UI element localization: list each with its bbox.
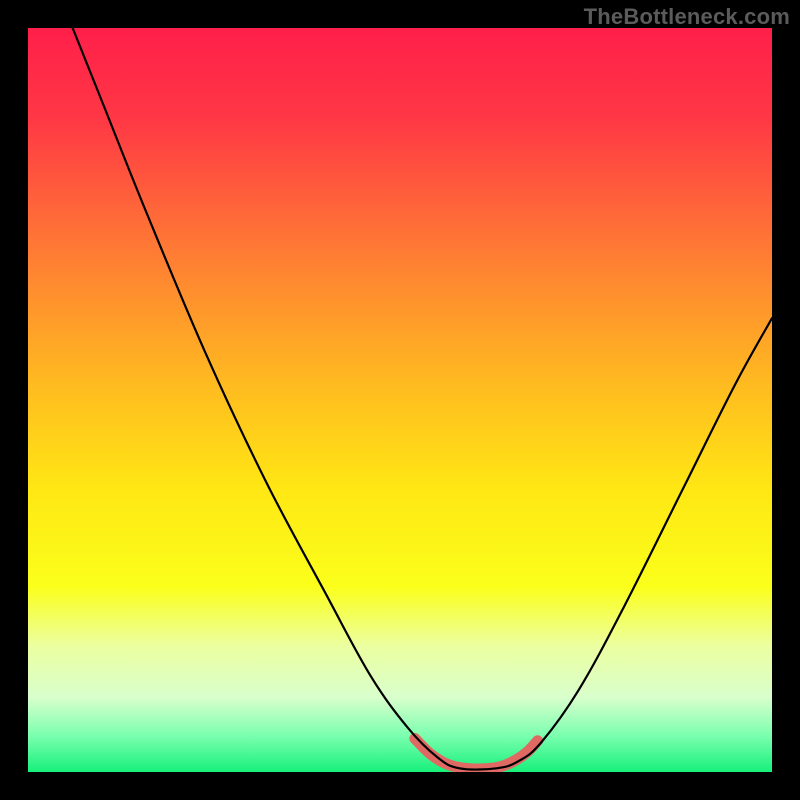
- watermark-text: TheBottleneck.com: [584, 4, 790, 30]
- plot-area: [28, 28, 772, 772]
- curve-layer: [28, 28, 772, 772]
- bottleneck-curve-path: [73, 28, 772, 770]
- chart-frame: TheBottleneck.com: [0, 0, 800, 800]
